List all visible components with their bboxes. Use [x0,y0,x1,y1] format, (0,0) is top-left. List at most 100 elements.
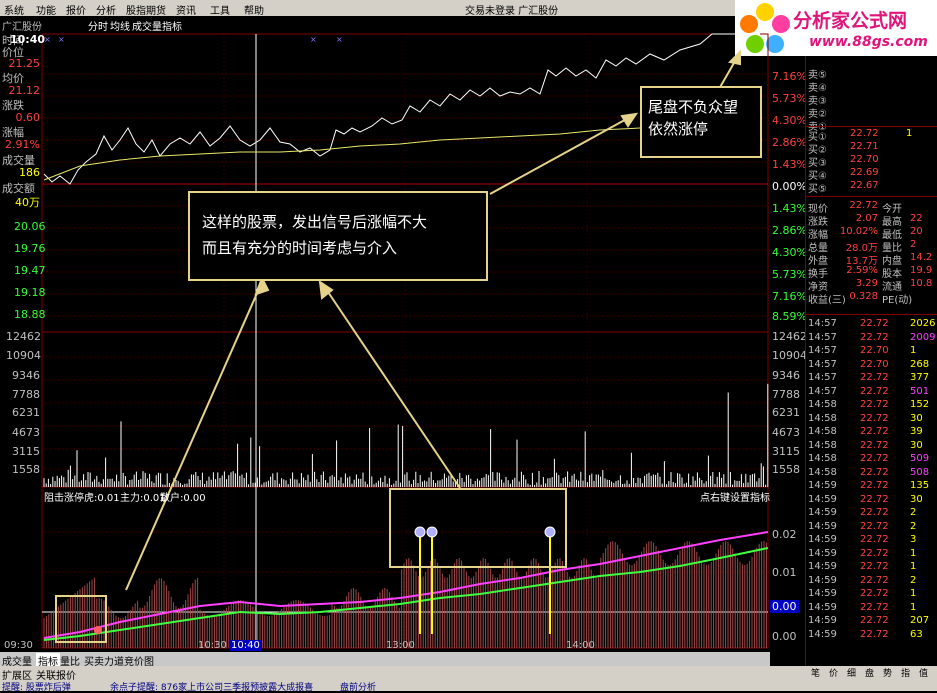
vol-axis-label: 1558 [12,463,40,476]
toolbar-volume[interactable]: 成交量 [132,18,162,33]
tick-time: 14:59 [808,628,837,640]
right-tab[interactable]: 指 [901,666,910,679]
vol-axis-label-right: 12462 [772,330,807,343]
tick-time: 14:58 [808,426,837,437]
toolbar-ma[interactable]: 均线 [110,18,130,33]
svg-text:×: × [336,35,343,44]
tick-vol: 2 [910,520,917,532]
tick-vol: 501 [910,385,930,397]
quote-row: 换手 2.59% 股本 19.9 [806,265,937,280]
tick-price: 22.72 [860,588,889,599]
tick-time: 14:59 [808,615,837,626]
menu-news[interactable]: 资讯 [176,2,196,17]
tick-price: 22.72 [860,520,889,532]
tick-time: 14:57 [808,331,837,343]
status-analysis: 盘前分析 [340,683,377,693]
bottom-tabs: 成交量 指标 量比 买卖力道 竞价图 [0,652,770,668]
quote-value2: 2 [910,239,917,250]
pct-axis-label: 1.43% [772,158,807,171]
vol-axis-label: 12462 [6,330,41,343]
time-axis-cursor: 10:40 [230,640,261,651]
tick-vol: 2026 [910,318,936,329]
tick-row: 14:59 22.72 30 [806,494,937,507]
tick-price: 22.72 [860,399,889,410]
status-news: 余点子提醒: 876家上市公司三季报预披露大成报喜 [110,683,314,693]
tick-price: 22.72 [860,601,889,613]
main-callout: 这样的股票，发出信号后涨幅不大 而且有充分的时间考虑与介入 [188,191,488,281]
vol-axis-label-right: 10904 [772,349,807,362]
tick-price: 22.72 [860,547,889,559]
tick-row: 14:59 22.72 207 [806,615,937,628]
tick-row: 14:59 22.72 1 [806,561,937,574]
menu-futures[interactable]: 股指期货 [126,2,166,17]
tick-time: 14:58 [808,453,837,464]
tick-time: 14:59 [808,561,837,572]
tick-row: 14:59 22.72 2 [806,575,937,588]
tick-vol: 207 [910,615,930,626]
price-axis-label: 19.76 [14,242,46,255]
tick-price: 22.72 [860,507,889,518]
tick-price: 22.72 [860,561,889,572]
tick-price: 22.72 [860,426,889,437]
status-reminder: 提醒: 股票炸后弹 [2,683,71,693]
tick-time: 14:59 [808,507,837,518]
panel-divider [806,196,937,197]
right-tab[interactable]: 笔 [811,666,820,679]
tick-time: 14:57 [808,385,837,397]
toolbar-intraday[interactable]: 分时 [88,18,108,33]
quote-value: 22.72 [849,200,878,211]
indicator-setting[interactable]: 点右键设置指标 [700,489,770,504]
buy-vol: 1 [906,128,913,139]
tick-time: 14:59 [808,588,837,599]
quote-row: 涨幅 10.02% 最低 20 [806,226,937,241]
window-title: 交易未登录 广汇股份 [465,6,559,17]
menu-analysis[interactable]: 分析 [96,2,116,17]
menu-quote[interactable]: 报价 [66,2,86,17]
tick-time: 14:58 [808,466,837,478]
quote-value: 3.29 [855,278,878,289]
amount-value: 40万 [15,196,40,209]
svg-text:×: × [310,35,317,44]
right-tab[interactable]: 细 [847,666,856,679]
menu-tools[interactable]: 工具 [210,2,230,17]
tick-price: 22.72 [860,466,889,478]
quote-value: 0.328 [849,291,878,302]
quote-value: 10.02% [839,226,878,237]
quote-value2: 20 [910,226,923,237]
tick-price: 22.72 [860,372,889,383]
ind-axis-label: 0.00 [772,630,797,643]
tick-row: 14:57 22.72 2009 [806,332,937,345]
tick-vol: 508 [910,466,930,478]
quote-label2: PE(动) [882,295,913,306]
right-tab[interactable]: 势 [883,666,892,679]
pct-axis-label: 2.86% [772,224,807,237]
tick-time: 14:59 [808,574,837,586]
tick-price: 22.72 [860,534,889,545]
tick-price: 22.72 [860,574,889,586]
right-tab[interactable]: 价 [829,666,838,679]
buy-row: 买④ 22.69 [806,167,937,182]
pct-axis-label: 2.86% [772,136,807,149]
sell-row: 卖③ [806,92,937,107]
tick-price: 22.72 [860,493,889,505]
right-tab[interactable]: 值 [919,666,928,679]
pct-axis-label: 5.73% [772,92,807,105]
menu-system[interactable]: 系统 [4,2,24,17]
tick-vol: 2 [910,574,917,586]
right-tab[interactable]: 盘 [865,666,874,679]
toolbar-indicator[interactable]: 指标 [162,18,182,33]
pct-axis-label: 4.30% [772,114,807,127]
tick-price: 22.70 [860,345,889,356]
menu-help[interactable]: 帮助 [244,2,264,17]
menu-function[interactable]: 功能 [36,2,56,17]
tail-callout: 尾盘不负众望 依然涨停 [640,86,762,158]
tick-row: 14:59 22.72 1 [806,588,937,601]
main-callout-line2: 而且有充分的时间考虑与介入 [202,239,398,257]
sell-row: 卖⑤ [806,66,937,81]
tick-price: 22.72 [860,453,889,464]
pct-value: 2.91% [5,138,40,151]
quote-value2: 19.9 [910,265,933,276]
quote-row: 总量 28.0万 量比 2 [806,239,937,254]
indicator-tiger: 虎:0.01 [84,493,120,504]
quote-value: 2.07 [855,213,878,224]
